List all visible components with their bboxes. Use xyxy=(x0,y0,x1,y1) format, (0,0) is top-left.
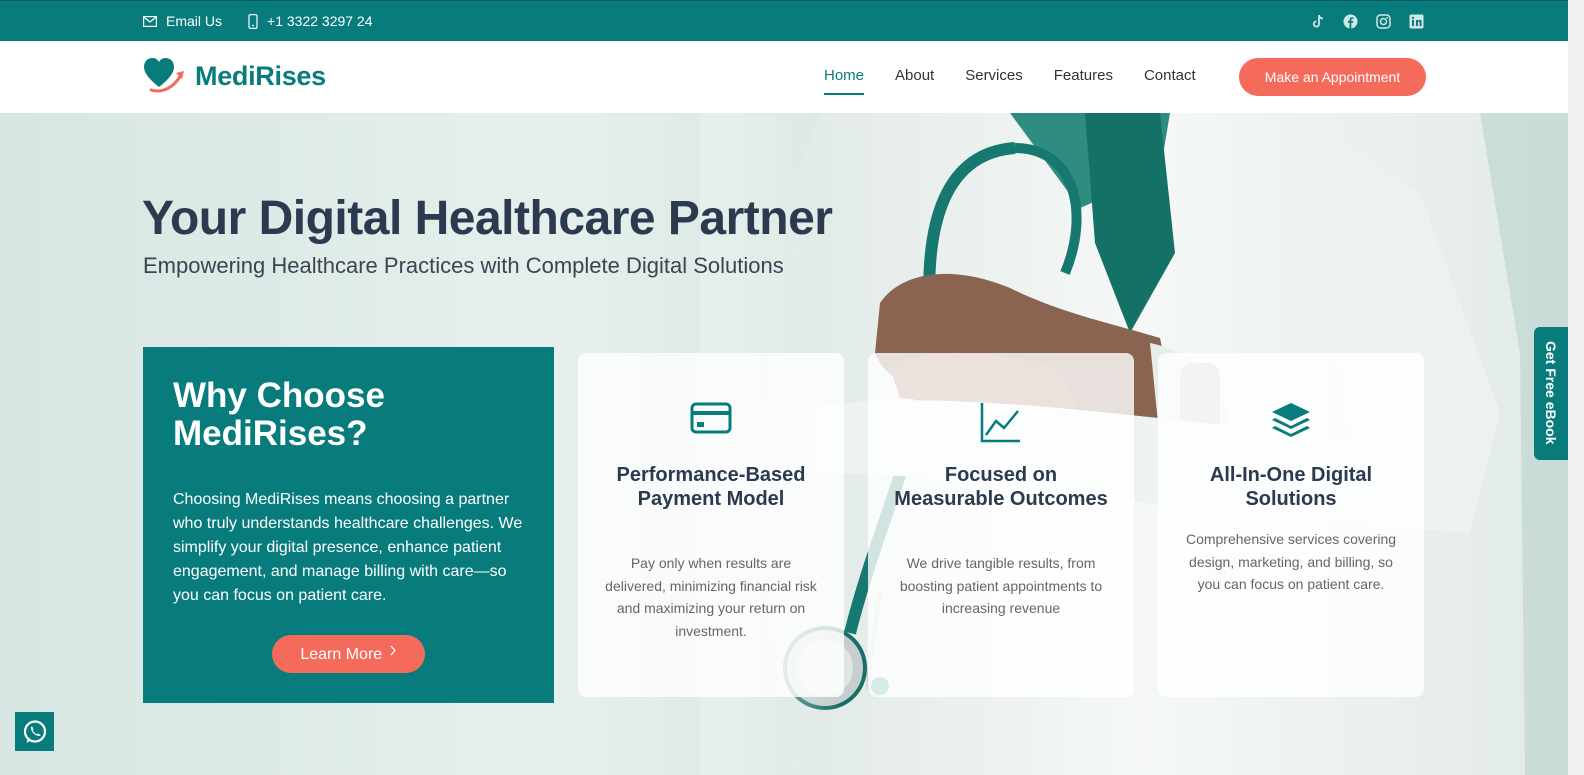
why-choose-title: Why Choose MediRises? xyxy=(173,376,385,453)
mobile-phone-icon xyxy=(248,13,258,29)
nav-features[interactable]: Features xyxy=(1054,67,1113,95)
hero-subtitle: Empowering Healthcare Practices with Com… xyxy=(143,253,784,278)
get-free-ebook-tab[interactable]: Get Free eBook xyxy=(1534,327,1568,460)
tiktok-icon[interactable] xyxy=(1309,13,1326,30)
phone-link[interactable]: +1 3322 3297 24 xyxy=(248,13,373,29)
scrollbar[interactable] xyxy=(1568,0,1584,775)
line-chart-icon xyxy=(868,401,1134,443)
card-title: All-In-One Digital Solutions xyxy=(1209,464,1373,510)
nav-services[interactable]: Services xyxy=(965,67,1023,95)
learn-more-label: Learn More xyxy=(300,645,383,663)
instagram-icon[interactable] xyxy=(1375,13,1392,30)
brand-name: MediRises xyxy=(195,60,326,91)
feature-card-outcomes: Focused on Measurable Outcomes We drive … xyxy=(868,353,1134,697)
social-links xyxy=(1293,13,1425,30)
nav-about[interactable]: About xyxy=(895,67,934,95)
main-header: MediRises Home About Services Features C… xyxy=(0,41,1568,113)
make-appointment-button[interactable]: Make an Appointment xyxy=(1239,58,1426,96)
learn-more-button[interactable]: Learn More xyxy=(272,635,425,673)
top-bar: Email Us +1 3322 3297 24 xyxy=(0,0,1568,41)
main-nav: Home About Services Features Contact xyxy=(824,67,1227,95)
heart-logo-icon xyxy=(144,58,184,93)
card-title: Performance-Based Payment Model xyxy=(616,464,806,510)
feature-card-all-in-one: All-In-One Digital Solutions Comprehensi… xyxy=(1158,353,1424,697)
email-link[interactable]: Email Us xyxy=(143,13,222,29)
hero-title: Your Digital Healthcare Partner xyxy=(142,192,833,245)
facebook-icon[interactable] xyxy=(1342,13,1359,30)
why-choose-text: Choosing MediRises means choosing a part… xyxy=(173,491,523,604)
nav-contact[interactable]: Contact xyxy=(1144,67,1196,95)
phone-label: +1 3322 3297 24 xyxy=(267,13,373,29)
whatsapp-icon xyxy=(23,719,46,743)
card-text: We drive tangible results, from boosting… xyxy=(899,555,1103,616)
logo[interactable]: MediRises xyxy=(143,57,326,95)
hero-section: Your Digital Healthcare Partner Empoweri… xyxy=(0,113,1568,775)
credit-card-icon xyxy=(578,401,844,443)
envelope-icon xyxy=(143,15,157,27)
email-label: Email Us xyxy=(166,13,223,29)
why-choose-panel: Why Choose MediRises? Choosing MediRises… xyxy=(143,347,554,703)
contact-info: Email Us +1 3322 3297 24 xyxy=(143,13,399,29)
whatsapp-button[interactable] xyxy=(15,712,54,751)
chevron-right-icon xyxy=(390,645,396,655)
nav-home[interactable]: Home xyxy=(824,67,865,95)
ebook-label: Get Free eBook xyxy=(1543,341,1559,445)
layers-icon xyxy=(1158,401,1424,443)
card-text: Pay only when results are delivered, min… xyxy=(605,555,817,639)
feature-card-payment: Performance-Based Payment Model Pay only… xyxy=(578,353,844,697)
card-text: Comprehensive services covering design, … xyxy=(1185,531,1397,592)
card-title: Focused on Measurable Outcomes xyxy=(894,464,1108,510)
linkedin-icon[interactable] xyxy=(1408,13,1425,30)
